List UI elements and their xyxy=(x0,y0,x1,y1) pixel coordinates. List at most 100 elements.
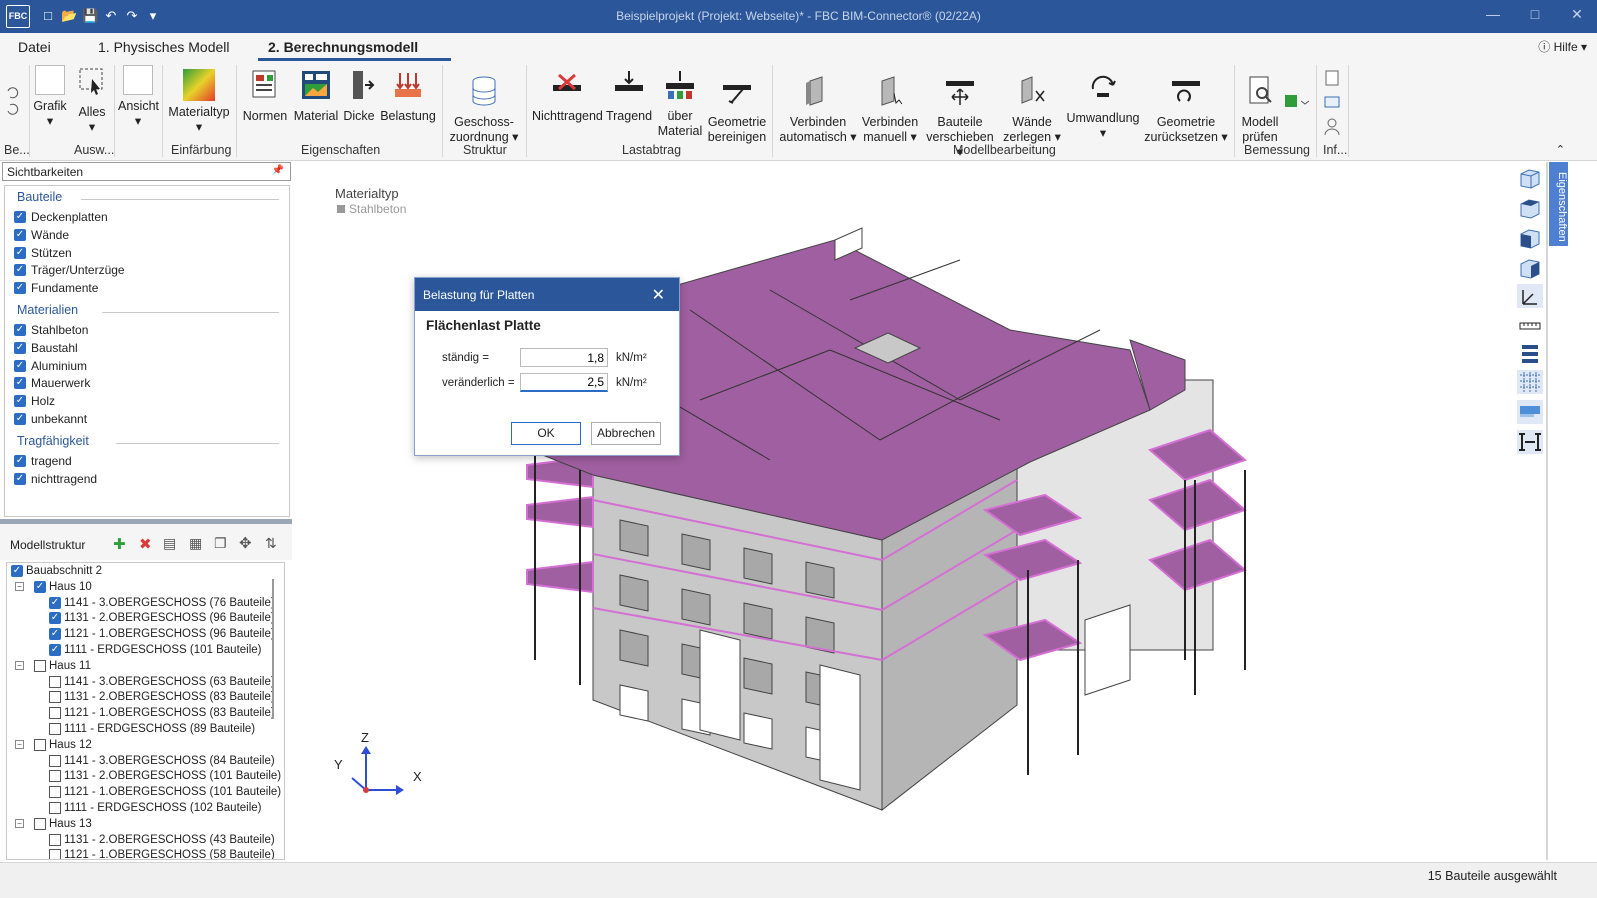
tree-node[interactable]: ✓ 1131 - 2.OBERGESCHOSS (96 Bauteile) xyxy=(49,612,275,625)
checkbox-checked-icon[interactable]: ✓ xyxy=(14,413,26,425)
info-tools-icon[interactable] xyxy=(1322,69,1342,139)
tree-node[interactable]: 1121 - 1.OBERGESCHOSS (101 Bauteile) xyxy=(49,786,281,799)
3d-viewport[interactable] xyxy=(296,162,1546,860)
checkbox-checked-icon[interactable]: ✓ xyxy=(14,282,26,295)
visibility-checkbox-row[interactable]: ✓ Deckenplatten xyxy=(14,210,108,224)
tab-physisches-modell[interactable]: 1. Physisches Modell xyxy=(98,39,230,55)
visibility-checkbox-row[interactable]: ✓ Wände xyxy=(14,228,69,242)
checkbox-checked-icon[interactable]: ✓ xyxy=(14,395,26,408)
belastung-button[interactable]: Belastung xyxy=(380,69,436,124)
checkbox-unchecked-icon[interactable] xyxy=(49,675,61,688)
checkbox-checked-icon[interactable]: ✓ xyxy=(49,628,61,641)
tree-node[interactable]: 1131 - 2.OBERGESCHOSS (101 Bauteile) xyxy=(49,770,281,783)
tree-node[interactable]: 1131 - 2.OBERGESCHOSS (83 Bauteile) xyxy=(49,691,275,704)
properties-side-tab[interactable]: Eigenschaften xyxy=(1549,162,1568,246)
veraenderlich-input[interactable] xyxy=(520,373,608,392)
checkbox-checked-icon[interactable]: ✓ xyxy=(49,596,61,609)
layers-icon[interactable] xyxy=(1517,342,1543,366)
tree-node[interactable]: 1121 - 1.OBERGESCHOSS (83 Bauteile) xyxy=(49,707,275,720)
materialtyp-button[interactable]: Materialtyp ▾ xyxy=(168,69,230,135)
properties-icon[interactable]: ▦ xyxy=(189,535,202,552)
checkbox-unchecked-icon[interactable] xyxy=(49,723,61,735)
view-front-icon[interactable] xyxy=(1517,226,1543,250)
add-icon[interactable]: ✚ xyxy=(113,535,126,553)
visibility-checkbox-row[interactable]: ✓ Baustahl xyxy=(14,341,78,355)
tree-node[interactable]: − Haus 12 xyxy=(15,738,92,751)
checkbox-unchecked-icon[interactable] xyxy=(49,786,61,799)
tree-node[interactable]: − ✓ Haus 10 xyxy=(15,580,92,593)
dimension-icon[interactable] xyxy=(1517,314,1543,338)
visibility-checkbox-row[interactable]: ✓ Stahlbeton xyxy=(14,323,88,337)
collapse-toggle-icon[interactable]: − xyxy=(15,661,24,671)
checkbox-checked-icon[interactable]: ✓ xyxy=(49,644,61,656)
tree-node[interactable]: 1111 - ERDGESCHOSS (89 Bauteile) xyxy=(49,723,255,735)
visibility-checkbox-row[interactable]: ✓ Träger/Unterzüge xyxy=(14,263,125,277)
tree-scrollbar[interactable] xyxy=(272,579,274,719)
checkbox-checked-icon[interactable]: ✓ xyxy=(14,324,26,336)
visibility-checkbox-row[interactable]: ✓ nichttragend xyxy=(14,472,97,486)
tree-node[interactable]: 1141 - 3.OBERGESCHOSS (63 Bauteile) xyxy=(49,675,275,688)
normen-button[interactable]: Normen xyxy=(242,69,288,124)
rename-icon[interactable]: ▤ xyxy=(163,535,176,552)
visibility-checkbox-row[interactable]: ✓ Aluminium xyxy=(14,359,87,373)
visibility-checkbox-row[interactable]: ✓ Mauerwerk xyxy=(14,376,90,390)
geschosszuordnung-button[interactable]: Geschoss- zuordnung ▾ xyxy=(448,75,520,145)
sort-icon[interactable]: ⇅ xyxy=(265,535,277,552)
collapse-ribbon-icon[interactable]: ⌃ xyxy=(1556,143,1565,156)
umwandlung-button[interactable]: Umwandlung ▾ xyxy=(1064,71,1142,141)
verbinden-manuell-button[interactable]: Verbinden manuell ▾ xyxy=(858,75,922,145)
export-icon[interactable] xyxy=(1283,91,1311,109)
dialog-close-icon[interactable]: ✕ xyxy=(652,285,665,305)
section-icon[interactable] xyxy=(1517,400,1543,424)
checkbox-checked-icon[interactable]: ✓ xyxy=(14,211,26,223)
undo-redo-icon[interactable] xyxy=(5,81,21,121)
verbinden-automatisch-button[interactable]: Verbinden automatisch ▾ xyxy=(778,75,858,145)
nichttragend-button[interactable]: Nichttragend xyxy=(532,69,603,124)
pin-icon[interactable]: 📌 xyxy=(272,165,284,176)
material-button[interactable]: Material xyxy=(292,69,340,124)
geometrie-zuruecksetzen-button[interactable]: Geometrie zurücksetzen ▾ xyxy=(1142,75,1230,145)
collapse-toggle-icon[interactable]: − xyxy=(15,582,24,592)
tree-node[interactable]: ✓ 1111 - ERDGESCHOSS (101 Bauteile) xyxy=(49,644,262,656)
checkbox-checked-icon[interactable]: ✓ xyxy=(14,454,26,467)
visibility-checkbox-row[interactable]: ✓ Fundamente xyxy=(14,281,98,295)
visibility-checkbox-row[interactable]: ✓ tragend xyxy=(14,454,72,468)
checkbox-unchecked-icon[interactable] xyxy=(49,754,61,767)
tree-node[interactable]: 1121 - 1.OBERGESCHOSS (58 Bauteile) xyxy=(49,849,275,859)
view-iso-icon[interactable] xyxy=(1517,166,1543,190)
tree-node[interactable]: ✓ 1121 - 1.OBERGESCHOSS (96 Bauteile) xyxy=(49,628,275,641)
maximize-icon[interactable]: □ xyxy=(1525,6,1545,23)
grid-icon[interactable] xyxy=(1517,370,1543,394)
tree-node[interactable]: 1131 - 2.OBERGESCHOSS (43 Bauteile) xyxy=(49,833,275,846)
close-window-icon[interactable]: ✕ xyxy=(1567,6,1587,23)
visibility-checkbox-row[interactable]: ✓ Stützen xyxy=(14,246,72,260)
cancel-button[interactable]: Abbrechen xyxy=(591,422,661,445)
ansicht-button[interactable]: Ansicht ▾ xyxy=(118,65,159,129)
ok-button[interactable]: OK xyxy=(511,422,581,445)
grafik-button[interactable]: Grafik ▾ xyxy=(32,65,68,129)
text-size-icon[interactable] xyxy=(1517,430,1543,454)
tree-node[interactable]: − Haus 13 xyxy=(15,817,92,830)
delete-icon[interactable]: ✖ xyxy=(139,535,152,553)
collapse-toggle-icon[interactable]: − xyxy=(15,740,24,750)
checkbox-checked-icon[interactable]: ✓ xyxy=(14,472,26,485)
tree-node[interactable]: 1111 - ERDGESCHOSS (102 Bauteile) xyxy=(49,802,262,814)
help-button[interactable]: ⓘ Hilfe ▾ xyxy=(1538,38,1587,55)
copy-icon[interactable]: ❐ xyxy=(214,535,227,552)
checkbox-unchecked-icon[interactable] xyxy=(49,770,61,783)
move-icon[interactable]: ✥ xyxy=(239,534,252,552)
checkbox-unchecked-icon[interactable] xyxy=(49,833,61,846)
tree-node[interactable]: ✓ 1141 - 3.OBERGESCHOSS (76 Bauteile) xyxy=(49,596,275,609)
staendig-input[interactable] xyxy=(520,348,608,367)
checkbox-unchecked-icon[interactable] xyxy=(49,691,61,704)
collapse-toggle-icon[interactable]: − xyxy=(15,819,24,829)
ueber-material-button[interactable]: über Material xyxy=(655,69,705,139)
tragend-button[interactable]: Tragend xyxy=(605,69,653,124)
checkbox-checked-icon[interactable]: ✓ xyxy=(14,264,26,277)
tab-berechnungsmodell[interactable]: 2. Berechnungsmodell xyxy=(268,39,418,55)
checkbox-unchecked-icon[interactable] xyxy=(34,817,46,830)
visibility-checkbox-row[interactable]: ✓ unbekannt xyxy=(14,412,87,426)
tree-node[interactable]: 1141 - 3.OBERGESCHOSS (84 Bauteile) xyxy=(49,754,275,767)
checkbox-checked-icon[interactable]: ✓ xyxy=(14,359,26,372)
minimize-icon[interactable]: — xyxy=(1483,6,1503,23)
